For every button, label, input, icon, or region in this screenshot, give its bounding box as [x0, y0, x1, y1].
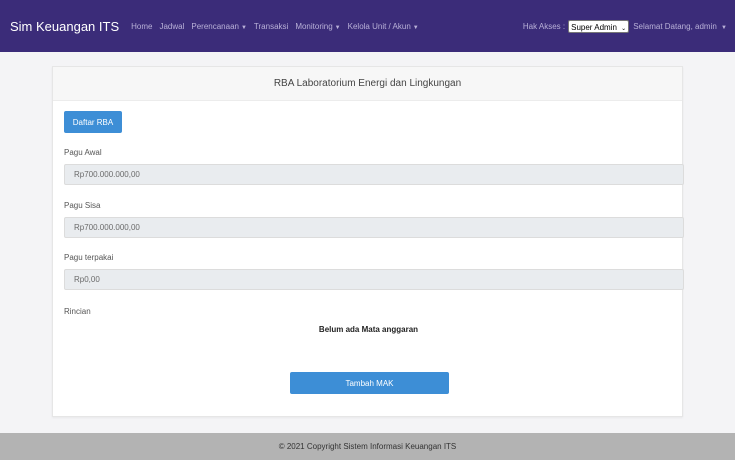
- pagu-terpakai-field: Rp0,00: [64, 269, 684, 290]
- nav-kelola-label: Kelola Unit / Akun: [347, 21, 411, 31]
- nav-jadwal-label: Jadwal: [159, 21, 185, 31]
- chevron-down-icon: ⌄: [621, 25, 627, 32]
- caret-down-icon: ▼: [240, 24, 247, 31]
- caret-down-icon: ▼: [412, 24, 419, 31]
- nav-jadwal[interactable]: Jadwal: [159, 22, 184, 31]
- nav-kelola-unit-akun[interactable]: Kelola Unit / Akun ▼: [348, 22, 419, 31]
- nav-monitoring[interactable]: Monitoring ▼: [295, 22, 340, 31]
- welcome-text: Selamat Datang, admin: [633, 21, 717, 31]
- nav-home-label: Home: [131, 21, 153, 31]
- hak-akses-label: Hak Akses :: [522, 21, 566, 31]
- top-navbar: Sim Keuangan ITS Home Jadwal Perencanaan…: [0, 0, 735, 52]
- user-menu[interactable]: Selamat Datang, admin ▼: [633, 22, 727, 31]
- pagu-sisa-label: Pagu Sisa: [64, 201, 101, 210]
- nav-perencanaan[interactable]: Perencanaan ▼: [191, 22, 247, 31]
- nav-transaksi[interactable]: Transaksi: [254, 22, 288, 31]
- tambah-mak-button[interactable]: Tambah MAK: [290, 372, 449, 394]
- rincian-label: Rincian: [64, 307, 91, 316]
- brand-link[interactable]: Sim Keuangan ITS: [10, 19, 119, 34]
- role-select-value: Super Admin: [571, 22, 617, 32]
- nav-monitoring-label: Monitoring: [295, 21, 333, 31]
- navbar-right: Hak Akses : Super Admin ⌄ Selamat Datang…: [522, 19, 727, 33]
- pagu-sisa-field: Rp700.000.000,00: [64, 217, 684, 238]
- caret-down-icon: ▼: [721, 24, 727, 31]
- nav-home[interactable]: Home: [131, 22, 152, 31]
- rba-card: RBA Laboratorium Energi dan Lingkungan D…: [52, 66, 684, 417]
- caret-down-icon: ▼: [334, 24, 341, 31]
- pagu-awal-label: Pagu Awal: [64, 148, 102, 157]
- pagu-terpakai-label: Pagu terpakai: [64, 253, 114, 262]
- nav-perencanaan-label: Perencanaan: [191, 21, 239, 31]
- role-select[interactable]: Super Admin ⌄: [568, 19, 630, 33]
- empty-mata-anggaran-message: Belum ada Mata anggaran: [318, 325, 419, 334]
- daftar-rba-button[interactable]: Daftar RBA: [64, 111, 122, 133]
- pagu-awal-field: Rp700.000.000,00: [64, 164, 684, 185]
- footer: © 2021 Copyright Sistem Informasi Keuang…: [0, 433, 735, 460]
- card-title: RBA Laboratorium Energi dan Lingkungan: [53, 67, 682, 101]
- nav-transaksi-label: Transaksi: [253, 21, 289, 31]
- footer-copyright: © 2021 Copyright Sistem Informasi Keuang…: [278, 442, 457, 451]
